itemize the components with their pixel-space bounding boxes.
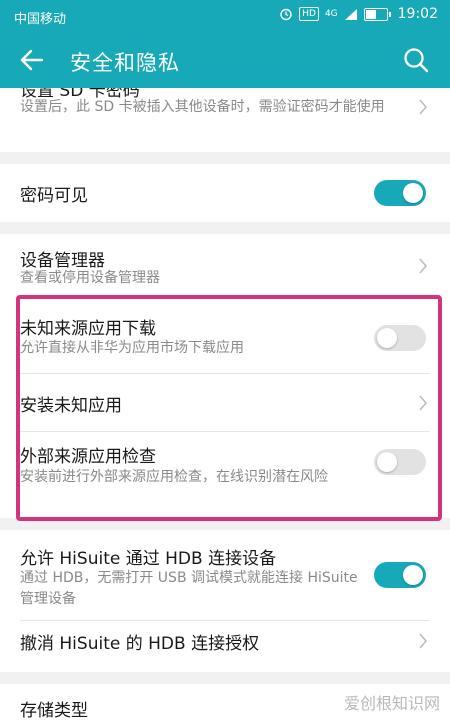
sd-password-subtitle: 设置后，此 SD 卡被插入其他设备时，需验证密码才能使用 (20, 99, 385, 115)
alarm-icon (280, 8, 292, 21)
page-title: 安全和隐私 (70, 51, 180, 75)
app-bar: 安全和隐私 (0, 32, 450, 88)
password-visible-item[interactable]: 密码可见 (0, 164, 450, 222)
watermark: 爱创根知识网 (343, 694, 440, 713)
highlight-frame (16, 295, 442, 521)
battery-icon (363, 7, 391, 21)
signal-icon (344, 8, 357, 20)
chevron-right-icon (419, 258, 428, 274)
clock: 19:02 (397, 6, 438, 22)
card-password-visible: 密码可见 (0, 164, 450, 222)
hisuite-revoke-item[interactable]: 撤消 HiSuite 的 HDB 连接授权 (0, 621, 450, 672)
carrier-label: 中国移动 (14, 12, 67, 27)
back-arrow-icon[interactable] (18, 46, 46, 74)
search-icon[interactable] (402, 46, 430, 74)
chevron-right-icon (419, 99, 428, 115)
sd-password-item[interactable]: 设置 SD 卡密码 设置后，此 SD 卡被插入其他设备时，需验证密码才能使用 (0, 88, 450, 152)
password-visible-toggle[interactable] (374, 180, 426, 206)
hisuite-allow-subtitle: 通过 HDB，无需打开 USB 调试模式就能连接 HiSuite 管理设备 (20, 570, 358, 607)
card-hisuite: 允许 HiSuite 通过 HDB 连接设备 通过 HDB，无需打开 USB 调… (0, 530, 450, 672)
status-icons: HD 4G 19:02 (279, 6, 438, 22)
hisuite-revoke-title: 撤消 HiSuite 的 HDB 连接授权 (20, 634, 260, 654)
card-sd: 设置 SD 卡密码 设置后，此 SD 卡被插入其他设备时，需验证密码才能使用 (0, 88, 450, 152)
storage-type-title: 存储类型 (20, 701, 88, 720)
hd-badge: HD (299, 7, 319, 21)
hisuite-allow-title: 允许 HiSuite 通过 HDB 连接设备 (20, 549, 277, 569)
status-bar: 中国移动 HD 4G 19:02 (0, 0, 450, 32)
hisuite-allow-toggle[interactable] (374, 562, 426, 588)
network-label: 4G (324, 9, 338, 19)
chevron-right-icon (419, 633, 428, 649)
device-manager-item[interactable]: 设备管理器 查看或停用设备管理器 (0, 234, 450, 294)
device-manager-subtitle: 查看或停用设备管理器 (20, 270, 160, 286)
password-visible-title: 密码可见 (20, 186, 88, 206)
hisuite-allow-item[interactable]: 允许 HiSuite 通过 HDB 连接设备 通过 HDB，无需打开 USB 调… (0, 530, 450, 614)
